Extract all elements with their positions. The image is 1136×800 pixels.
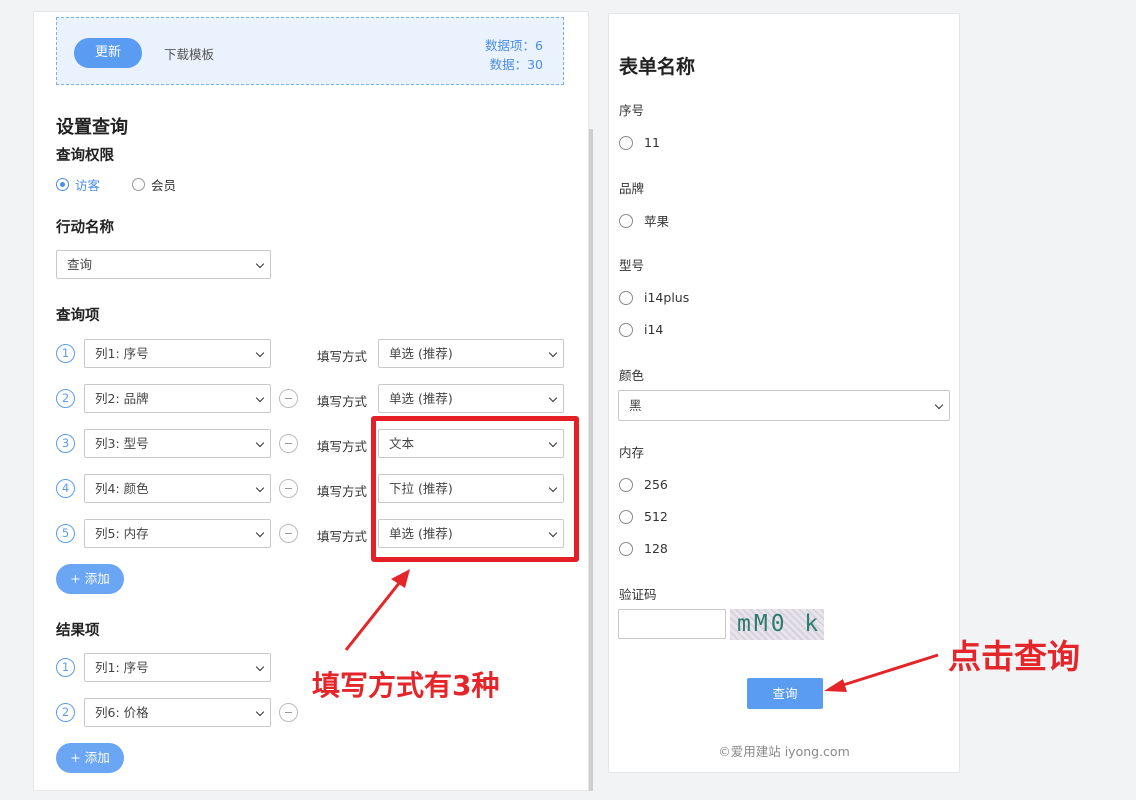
annotation-arrow-line xyxy=(839,653,939,688)
annotation-click-note: 点击查询 xyxy=(948,637,1080,676)
annotation-arrows xyxy=(344,569,939,692)
annotation-arrow-head xyxy=(391,569,410,588)
annotation-arrow-head xyxy=(824,679,847,692)
annotation-arrow-line xyxy=(344,581,402,651)
annotation-modes-note: 填写方式有3种 xyxy=(312,669,500,702)
